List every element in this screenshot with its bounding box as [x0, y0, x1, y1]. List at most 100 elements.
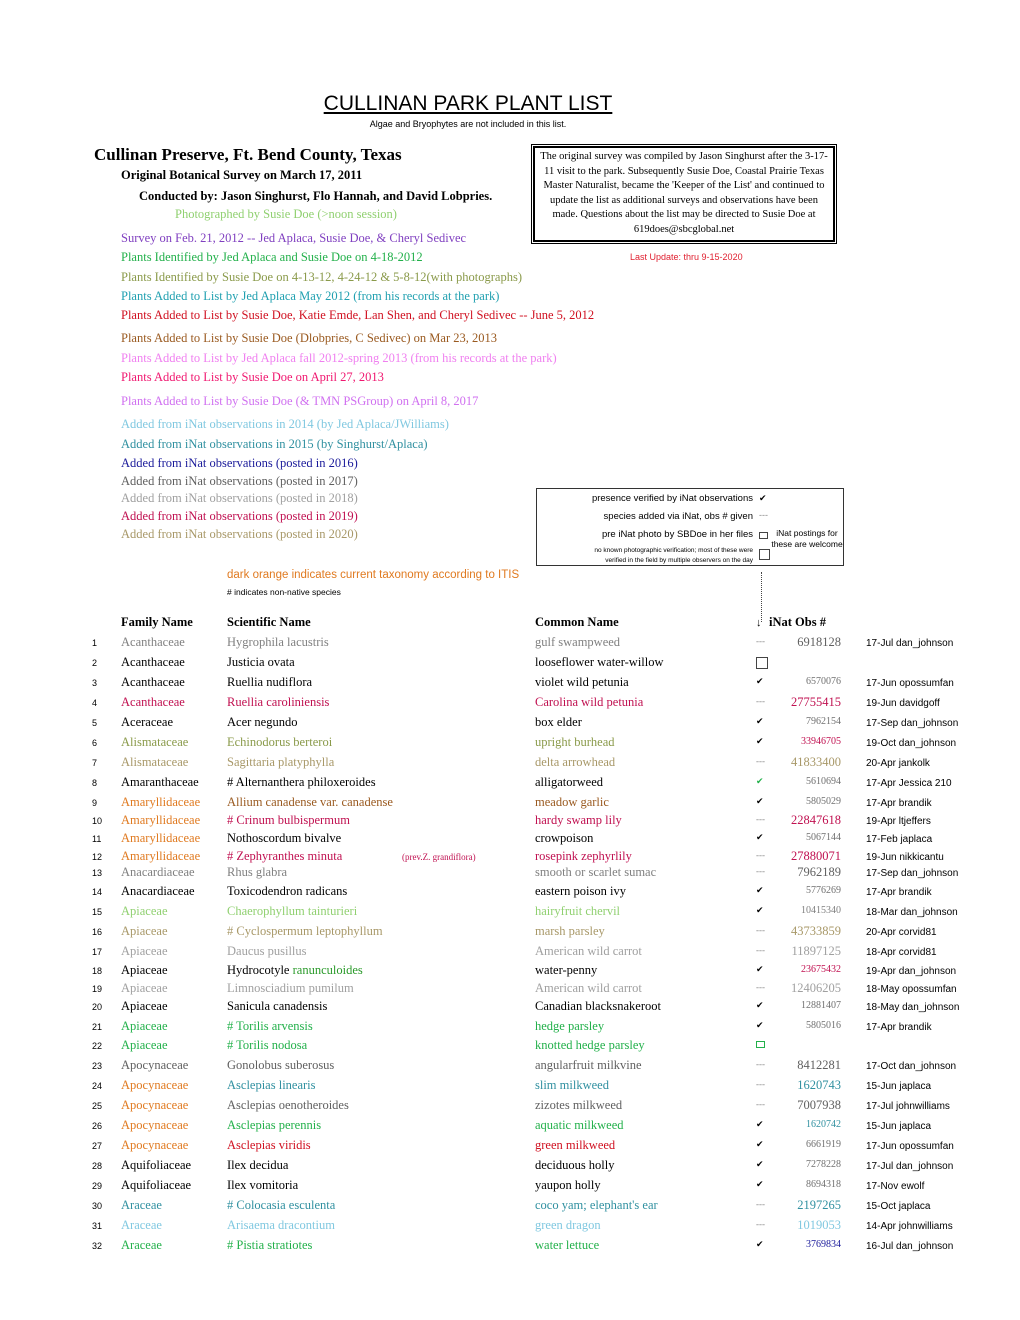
inat-obs-number: 8694318 [806, 1179, 841, 1190]
last-update: Last Update: thru 9-15-2020 [630, 252, 743, 262]
legend-photo-label: pre iNat photo by SBDoe in her files [601, 529, 753, 540]
observation-date-user: 18-Mar dan_johnson [866, 907, 958, 918]
row-number: 13 [92, 868, 103, 878]
family-name: Apocynaceae [121, 1078, 189, 1092]
row-number: 32 [92, 1241, 103, 1251]
scientific-name-text: Daucus pusillus [227, 944, 307, 958]
family-name: Acanthaceae [121, 655, 185, 669]
common-name: gulf swampweed [535, 635, 621, 649]
scientific-epithet: ranunculoides [292, 963, 363, 977]
original-survey-heading: Original Botanical Survey on March 17, 2… [121, 168, 363, 182]
row-number: 27 [92, 1141, 103, 1151]
table-row: 8 Amaranthaceae # Alternanthera philoxeroi… [0, 775, 1020, 795]
scientific-name-text: Limnosciadium pumilum [227, 981, 354, 995]
row-number: 12 [92, 852, 103, 862]
row-number: 8 [92, 778, 98, 788]
dash-icon: --- [756, 850, 765, 860]
inat-obs-number: 6661919 [806, 1139, 841, 1150]
inat-obs-number: 8412281 [797, 1058, 841, 1072]
table-row: 5 Aceraceae Acer negundo box elder ✔ 7962154 1… [0, 715, 1020, 735]
table-row: 11 Amaryllidaceae Nothoscordum bivalve crow… [0, 831, 1020, 851]
table-row: 22 Apiaceae # Torilis nodosa knotted hedge … [0, 1038, 1020, 1058]
common-name: green milkweed [535, 1138, 616, 1152]
table-row: 14 Anacardiaceae Toxicodendron radicans eas… [0, 884, 1020, 904]
dotted-guide-line [761, 572, 762, 622]
scientific-name-text: # Torilis nodosa [227, 1038, 308, 1052]
color-key-line: Plants Added to List by Susie Doe on Apr… [121, 370, 384, 384]
observation-date-user: 17-Jun opossumfan [866, 678, 954, 689]
inat-obs-number: 41833400 [791, 755, 841, 769]
symbol-legend: presence verified by iNat observations ✔… [536, 488, 844, 566]
check-icon: ✔ [756, 1139, 764, 1149]
row-number: 2 [92, 658, 98, 668]
family-name: Araceae [121, 1218, 162, 1232]
scientific-name-text: Acer negundo [227, 715, 298, 729]
page-title: CULLINAN PARK PLANT LIST [323, 92, 613, 115]
color-key-line: Plants Added to List by Susie Doe (Dlobp… [121, 331, 498, 345]
common-name: deciduous holly [535, 1158, 615, 1172]
family-name: Apiaceae [121, 1019, 168, 1033]
scientific-name-text: Sagittaria platyphylla [227, 755, 335, 769]
scientific-name: # Crinum bulbispermum [227, 813, 350, 828]
photo-icon [759, 531, 768, 541]
arrow-down-icon: ↓ [756, 617, 762, 629]
scientific-name: Limnosciadium pumilum [227, 981, 354, 996]
table-row: 25 Apocynaceae Asclepias oenotheroides zizo… [0, 1098, 1020, 1118]
scientific-name-text: Justicia ovata [227, 655, 295, 669]
scientific-name: # Torilis nodosa [227, 1038, 307, 1053]
empty-box-icon [759, 549, 770, 562]
observation-date-user: 19-Jun davidgoff [866, 698, 940, 709]
row-number: 20 [92, 1002, 103, 1012]
check-icon: ✔ [756, 676, 764, 686]
row-number: 5 [92, 718, 98, 728]
row-number: 1 [92, 638, 98, 648]
scientific-name: Toxicodendron radicans [227, 884, 347, 899]
scientific-name-text: Arisaema dracontium [227, 1218, 335, 1232]
scientific-name-text: # Zephyranthes minuta [227, 849, 343, 863]
observation-date-user: 17-Apr brandik [866, 887, 932, 898]
scientific-name: # Cyclospermum leptophyllum [227, 924, 383, 939]
inat-obs-number: 5776269 [806, 885, 841, 896]
table-row: 10 Amaryllidaceae # Crinum bulbispermum har… [0, 813, 1020, 833]
check-icon: ✔ [756, 736, 764, 746]
previous-name: (prev.Z. grandiflora) [402, 852, 476, 862]
conducted-by-heading: Conducted by: Jason Singhurst, Flo Hanna… [139, 189, 493, 203]
dash-icon: --- [756, 1079, 765, 1089]
scientific-name: Ruellia caroliniensis [227, 695, 329, 710]
inat-obs-number: 22847618 [791, 813, 841, 827]
scientific-name-text: Echinodorus berteroi [227, 735, 333, 749]
check-icon: ✔ [756, 1119, 764, 1129]
table-row: 9 Amaryllidaceae Allium canadense var. can… [0, 795, 1020, 815]
family-name: Anacardiaceae [121, 884, 195, 898]
family-name: Araceae [121, 1238, 162, 1252]
scientific-name-text: Hygrophila lacustris [227, 635, 329, 649]
legend-verified-label: presence verified by iNat observations [591, 493, 753, 504]
row-number: 31 [92, 1221, 103, 1231]
row-number: 15 [92, 907, 103, 917]
inat-obs-number: 5610694 [806, 776, 841, 787]
table-row: 24 Apocynaceae Asclepias linearis slim milk… [0, 1078, 1020, 1098]
common-name: alligatorweed [535, 775, 604, 789]
observation-date-user: 20-Apr jankolk [866, 758, 930, 769]
family-name: Apiaceae [121, 981, 168, 995]
common-name: American wild carrot [535, 981, 642, 995]
info-box: The original survey was compiled by Jaso… [531, 144, 837, 244]
row-number: 26 [92, 1121, 103, 1131]
inat-obs-number: 11897125 [791, 944, 841, 958]
table-row: 19 Apiaceae Limnosciadium pumilum American … [0, 981, 1020, 1001]
scientific-name-text: Asclepias perennis [227, 1118, 322, 1132]
observation-date-user: 20-Apr corvid81 [866, 927, 937, 938]
common-name: crowpoison [535, 831, 594, 845]
survey-2012-line: Survey on Feb. 21, 2012 -- Jed Aplaca, S… [121, 231, 467, 245]
family-name: Apocynaceae [121, 1058, 189, 1072]
check-icon: ✔ [756, 776, 764, 786]
observation-date-user: 17-Sep dan_johnson [866, 718, 959, 729]
legend-noverify-label-2: verified in the field by multiple observ… [605, 557, 753, 564]
inat-obs-number: 12881407 [801, 1000, 841, 1011]
observation-date-user: 17-Jun opossumfan [866, 1141, 954, 1152]
color-key-line: Added from iNat observations in 2015 (by… [121, 437, 428, 451]
inat-obs-number: 5805029 [806, 796, 841, 807]
family-name: Aceraceae [121, 715, 174, 729]
inat-obs-number: 27880071 [791, 849, 841, 863]
family-name: Alismataceae [121, 755, 189, 769]
